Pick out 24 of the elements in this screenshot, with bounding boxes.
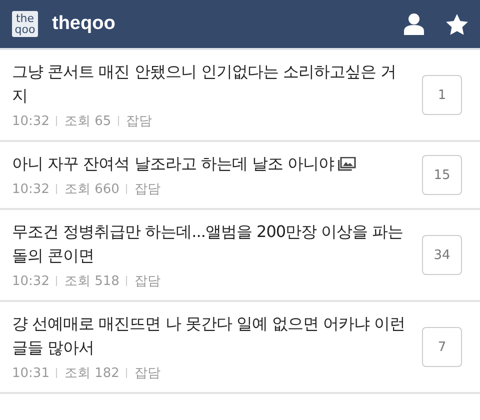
post-category: 잡담: [134, 273, 160, 290]
view-count: 조회 182: [64, 365, 120, 382]
post-time: 10:32: [12, 274, 50, 288]
post-title[interactable]: 그냥 콘서트 매진 안됐으니 인기없다는 소리하고싶은 거지: [12, 60, 408, 108]
post-time: 10:32: [12, 114, 50, 128]
view-count: 조회 660: [64, 181, 120, 198]
post-category: 잡담: [126, 113, 152, 130]
post-time: 10:31: [12, 366, 50, 380]
comment-count[interactable]: 1: [422, 75, 462, 115]
user-icon[interactable]: [404, 13, 424, 35]
view-count: 조회 518: [64, 273, 120, 290]
view-count: 조회 65: [64, 113, 112, 130]
post-category: 잡담: [134, 181, 160, 198]
post-title[interactable]: 아니 자꾸 잔여석 날조라고 하는데 날조 아니야: [12, 152, 408, 176]
comment-count[interactable]: 7: [422, 327, 462, 367]
star-icon[interactable]: [446, 14, 468, 34]
post-title[interactable]: 무조건 정병취급만 하는데...앨범을 200만장 이상을 파는 돌의 콘이면: [12, 220, 408, 268]
post-category: 잡담: [134, 365, 160, 382]
post-time: 10:32: [12, 182, 50, 196]
comment-count[interactable]: 15: [422, 155, 462, 195]
logo[interactable]: the qoo: [12, 11, 38, 37]
comment-count[interactable]: 34: [422, 235, 462, 275]
site-title[interactable]: theqoo: [52, 13, 404, 35]
post-title[interactable]: 걍 선예매로 매진뜨면 나 못간다 일예 없으면 어카냐 이런글들 많아서: [12, 312, 408, 360]
